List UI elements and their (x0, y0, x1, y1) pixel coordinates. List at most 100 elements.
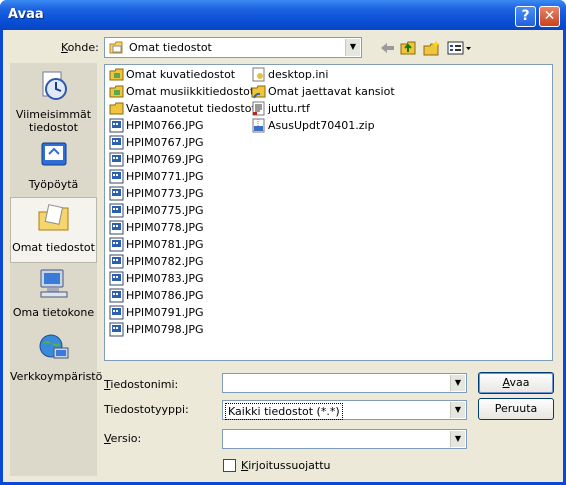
rtf-icon (251, 101, 266, 116)
my-computer-icon (40, 269, 67, 298)
filename-combo[interactable]: ▼ (222, 373, 467, 393)
image-file-icon (109, 203, 124, 218)
readonly-label: Kirjoitussuojattu (241, 459, 331, 472)
file-item[interactable]: AsusUpdt70401.zip (251, 118, 375, 134)
title-bar[interactable]: Avaa ? ✕ (0, 0, 566, 30)
open-button[interactable]: Avaa (478, 372, 554, 394)
ini-icon (251, 67, 266, 82)
back-arrow-icon[interactable] (379, 40, 397, 56)
image-file-icon (109, 254, 124, 269)
file-name: HPIM0798.JPG (126, 323, 204, 336)
image-file-icon (109, 169, 124, 184)
file-name: HPIM0771.JPG (126, 170, 204, 183)
my-documents-icon (109, 41, 123, 54)
up-folder-icon[interactable] (400, 40, 418, 56)
place-my-documents[interactable]: Omat tiedostot (10, 197, 97, 263)
lookin-value: Omat tiedostot (129, 41, 212, 54)
file-name: Omat musiikkitiedostot (126, 85, 255, 98)
file-item[interactable]: HPIM0771.JPG (109, 169, 204, 185)
filetype-value: Kaikki tiedostot (*.*) (225, 403, 343, 420)
file-name: HPIM0786.JPG (126, 289, 204, 302)
filetype-combo[interactable]: Kaikki tiedostot (*.*) ▼ (222, 400, 467, 420)
dialog-client: Kohde: Omat tiedostot ▼ Viimeisimmät tie… (3, 30, 563, 482)
version-label: Versio: (104, 432, 142, 445)
place-my-documents-label: Omat tiedostot (12, 241, 95, 254)
file-name: HPIM0769.JPG (126, 153, 204, 166)
place-recent-label: Viimeisimmät tiedostot (15, 108, 92, 134)
filetype-label: Tiedostotyyppi: (104, 403, 189, 416)
image-file-icon (109, 135, 124, 150)
filename-label: Tiedostonimi: (104, 378, 179, 391)
place-my-computer[interactable]: Oma tietokone (10, 263, 97, 329)
file-name: HPIM0773.JPG (126, 187, 204, 200)
view-menu-icon[interactable] (447, 40, 473, 56)
place-recent[interactable]: Viimeisimmät tiedostot (10, 65, 97, 134)
image-file-icon (109, 288, 124, 303)
file-name: Omat kuvatiedostot (126, 68, 236, 81)
file-name: HPIM0778.JPG (126, 221, 204, 234)
file-name: HPIM0767.JPG (126, 136, 204, 149)
version-combo[interactable]: ▼ (222, 429, 467, 449)
lookin-label: Kohde: (61, 41, 99, 54)
file-item[interactable]: HPIM0798.JPG (109, 322, 204, 338)
file-name: HPIM0781.JPG (126, 238, 204, 251)
shared-folder-icon (251, 84, 266, 99)
file-item[interactable]: HPIM0767.JPG (109, 135, 204, 151)
file-item[interactable]: HPIM0781.JPG (109, 237, 204, 253)
file-name: HPIM0766.JPG (126, 119, 204, 132)
file-name: HPIM0791.JPG (126, 306, 204, 319)
file-name: Vastaanotetut tiedostot (126, 102, 256, 115)
file-item[interactable]: Vastaanotetut tiedostot (109, 101, 256, 117)
window-title: Avaa (8, 7, 44, 22)
file-item[interactable]: HPIM0778.JPG (109, 220, 204, 236)
file-name: HPIM0775.JPG (126, 204, 204, 217)
place-network[interactable]: Verkkoympäristö (10, 327, 103, 393)
file-name: Omat jaettavat kansiot (268, 85, 395, 98)
file-name: juttu.rtf (268, 102, 310, 115)
file-item[interactable]: HPIM0786.JPG (109, 288, 204, 304)
open-dialog: Avaa ? ✕ Kohde: Omat tiedostot ▼ Viimeis… (0, 0, 566, 485)
file-name: desktop.ini (268, 68, 329, 81)
special-folder-icon (109, 67, 124, 82)
image-file-icon (109, 186, 124, 201)
place-network-label: Verkkoympäristö (10, 370, 103, 383)
place-desktop-label: Työpöytä (28, 178, 79, 191)
image-file-icon (109, 305, 124, 320)
chevron-down-icon[interactable]: ▼ (450, 402, 465, 418)
cancel-button[interactable]: Peruuta (478, 398, 554, 420)
chevron-down-icon[interactable]: ▼ (450, 375, 465, 391)
file-item[interactable]: HPIM0782.JPG (109, 254, 204, 270)
new-folder-icon[interactable] (423, 40, 441, 56)
file-item[interactable]: juttu.rtf (251, 101, 310, 117)
lookin-combo[interactable]: Omat tiedostot ▼ (104, 37, 362, 58)
network-places-icon (39, 334, 68, 359)
place-desktop[interactable]: Työpöytä (10, 135, 97, 201)
file-item[interactable]: HPIM0775.JPG (109, 203, 204, 219)
help-button[interactable]: ? (515, 6, 536, 27)
image-file-icon (109, 118, 124, 133)
recent-documents-icon (42, 71, 67, 100)
special-folder-icon (109, 84, 124, 99)
image-file-icon (109, 152, 124, 167)
file-item[interactable]: desktop.ini (251, 67, 328, 83)
file-item[interactable]: Omat kuvatiedostot (109, 67, 235, 83)
image-file-icon (109, 322, 124, 337)
file-item[interactable]: Omat jaettavat kansiot (251, 84, 395, 100)
place-my-computer-label: Oma tietokone (12, 306, 95, 319)
file-item[interactable]: HPIM0773.JPG (109, 186, 204, 202)
file-item[interactable]: Omat musiikkitiedostot (109, 84, 254, 100)
file-name: HPIM0783.JPG (126, 272, 204, 285)
file-item[interactable]: HPIM0769.JPG (109, 152, 204, 168)
file-list[interactable]: Omat kuvatiedostot Omat musiikkitiedostot… (104, 64, 553, 361)
my-documents-icon (38, 204, 68, 231)
image-file-icon (109, 220, 124, 235)
file-item[interactable]: HPIM0766.JPG (109, 118, 204, 134)
file-item[interactable]: HPIM0783.JPG (109, 271, 204, 287)
chevron-down-icon[interactable]: ▼ (345, 39, 360, 56)
chevron-down-icon[interactable]: ▼ (450, 431, 465, 447)
readonly-checkbox[interactable] (223, 459, 236, 472)
file-item[interactable]: HPIM0791.JPG (109, 305, 204, 321)
folder-icon (109, 101, 124, 116)
close-button[interactable]: ✕ (539, 6, 560, 27)
zip-icon (251, 118, 266, 133)
